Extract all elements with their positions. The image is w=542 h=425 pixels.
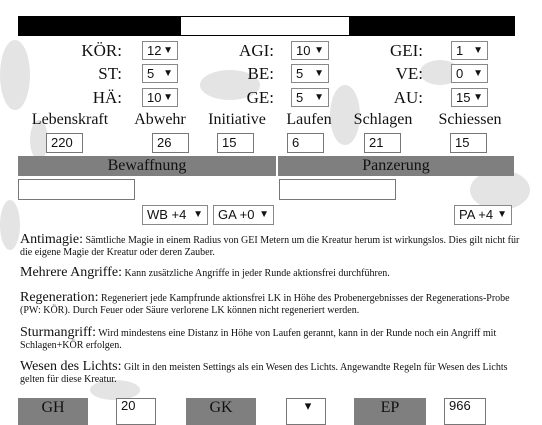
pa-select[interactable]: PA +4 ▼ <box>454 205 512 225</box>
ve-value: 0 <box>456 66 464 81</box>
trait-text: Kann zusätzliche Angriffe in jeder Runde… <box>124 268 390 279</box>
trait-name: Wesen des Lichts: <box>20 359 122 374</box>
stat-label-laufen: Laufen <box>286 111 332 128</box>
attr-label-be: BE: <box>247 64 274 83</box>
ve-select[interactable]: 0 ▼ <box>451 64 488 83</box>
chevron-down-icon: ▼ <box>314 68 324 79</box>
ep-input[interactable]: 966 <box>444 398 486 425</box>
laufen-input[interactable]: 6 <box>287 133 324 153</box>
stat-label-schiessen: Schiessen <box>438 111 502 128</box>
st-value: 5 <box>147 66 155 81</box>
be-select[interactable]: 5 ▼ <box>291 64 329 83</box>
wb-value: WB +4 <box>147 207 187 222</box>
chevron-down-icon: ▼ <box>314 92 324 103</box>
gk-label: GK <box>186 398 256 425</box>
trait-antimagie: Antimagie: Sämtliche Magie in einem Radi… <box>20 232 525 259</box>
agi-value: 10 <box>296 43 311 58</box>
kor-select[interactable]: 12 ▼ <box>142 41 178 60</box>
chevron-down-icon: ▼ <box>497 209 507 220</box>
trait-name: Sturmangriff: <box>20 325 96 340</box>
st-select[interactable]: 5 ▼ <box>142 64 178 83</box>
attr-label-ve: VE: <box>395 64 423 83</box>
gei-select[interactable]: 1 ▼ <box>451 41 488 60</box>
attr-label-gei: GEI: <box>389 41 423 60</box>
schlagen-input[interactable]: 21 <box>364 133 401 153</box>
abwehr-input[interactable]: 26 <box>152 133 189 153</box>
ge-value: 5 <box>296 90 304 105</box>
trait-wesen-des-lichts: Wesen des Lichts: Gilt in den meisten Se… <box>20 359 525 386</box>
attr-label-st: ST: <box>98 64 122 83</box>
stat-label-schlagen: Schlagen <box>353 111 413 128</box>
title-bar <box>18 16 515 36</box>
attr-label-agi: AGI: <box>239 41 274 60</box>
attr-label-ha: HÄ: <box>92 88 122 107</box>
ha-value: 10 <box>147 90 162 105</box>
creature-name-field[interactable] <box>180 16 350 36</box>
chevron-down-icon: ▼ <box>473 68 483 79</box>
ep-label: EP <box>354 398 426 425</box>
gh-label: GH <box>18 398 88 425</box>
chevron-down-icon: ▼ <box>163 45 173 56</box>
ga-select[interactable]: GA +0 ▼ <box>213 205 274 225</box>
trait-name: Antimagie: <box>20 232 83 247</box>
kor-value: 12 <box>147 43 162 58</box>
attr-label-kor: KÖR: <box>81 41 122 60</box>
schiessen-input[interactable]: 15 <box>450 133 487 153</box>
chevron-down-icon: ▼ <box>473 92 483 103</box>
armor-header: Panzerung <box>278 156 514 176</box>
trait-name: Regeneration: <box>20 290 99 305</box>
weapon-input[interactable] <box>18 179 135 200</box>
chevron-down-icon: ▼ <box>259 209 269 220</box>
stat-label-initiative: Initiative <box>208 111 266 128</box>
ge-select[interactable]: 5 ▼ <box>291 88 329 107</box>
au-value: 15 <box>456 90 471 105</box>
weapons-header: Bewaffnung <box>18 156 276 176</box>
chevron-down-icon: ▼ <box>314 45 324 56</box>
lebenskraft-input[interactable]: 220 <box>46 133 83 153</box>
chevron-down-icon: ▼ <box>473 45 483 56</box>
gei-value: 1 <box>456 43 464 58</box>
gh-input[interactable]: 20 <box>116 398 156 425</box>
agi-select[interactable]: 10 ▼ <box>291 41 329 60</box>
stat-label-abwehr: Abwehr <box>134 111 186 128</box>
au-select[interactable]: 15 ▼ <box>451 88 488 107</box>
ga-value: GA +0 <box>218 207 255 222</box>
ha-select[interactable]: 10 ▼ <box>142 88 178 107</box>
armor-input[interactable] <box>279 179 396 200</box>
chevron-down-icon: ▼ <box>163 92 173 103</box>
chevron-down-icon: ▼ <box>193 209 203 220</box>
initiative-input[interactable]: 15 <box>217 133 254 153</box>
wb-select[interactable]: WB +4 ▼ <box>142 205 208 225</box>
trait-name: Mehrere Angriffe: <box>20 265 122 280</box>
trait-regeneration: Regeneration: Regeneriert jede Kampfrund… <box>20 290 525 317</box>
trait-text: Sämtliche Magie in einem Radius von GEI … <box>20 235 520 258</box>
gk-select[interactable]: ▾ <box>286 398 326 425</box>
chevron-down-icon: ▼ <box>163 68 173 79</box>
attr-label-ge: GE: <box>246 88 274 107</box>
stat-label-lebenskraft: Lebenskraft <box>31 111 109 128</box>
trait-mehrere-angriffe: Mehrere Angriffe: Kann zusätzliche Angri… <box>20 265 525 280</box>
attr-label-au: AU: <box>393 88 423 107</box>
trait-sturmangriff: Sturmangriff: Wird mindestens eine Dista… <box>20 325 525 352</box>
pa-value: PA +4 <box>459 207 494 222</box>
be-value: 5 <box>296 66 304 81</box>
